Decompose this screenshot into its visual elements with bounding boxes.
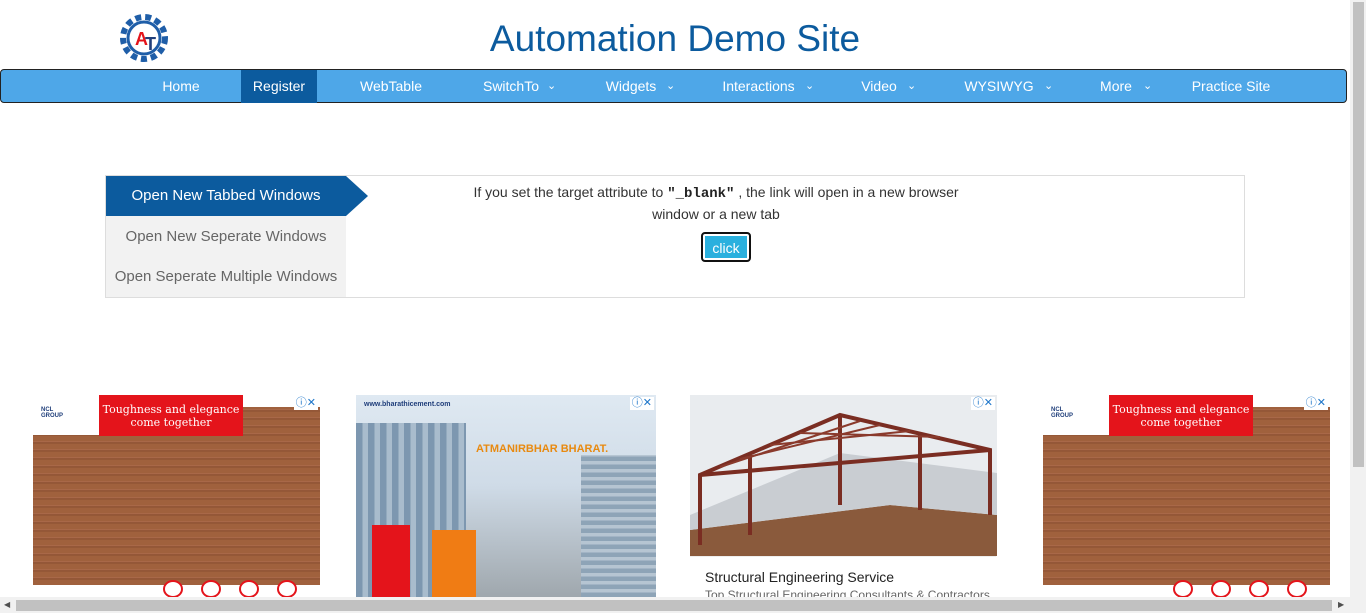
windows-panel: Open New Tabbed Windows Open New Seperat… — [105, 175, 1245, 298]
nav-wysiwyg[interactable]: WYSIWYG ⌄ — [946, 70, 1054, 103]
horizontal-scroll-thumb[interactable] — [16, 600, 1332, 611]
ad-banner-ncl[interactable]: NCL GROUP Toughness and elegance come tog… — [1043, 395, 1330, 597]
nav-label: SwitchTo — [482, 78, 540, 94]
nav-webtable[interactable]: WebTable — [351, 70, 431, 103]
horizontal-scrollbar[interactable]: ◀ ▶ — [0, 597, 1350, 613]
nav-label: Widgets — [605, 78, 657, 94]
nav-label: Interactions — [722, 78, 795, 94]
ad-title[interactable]: Structural Engineering Service — [705, 569, 894, 585]
warning-icon — [163, 580, 183, 597]
ad-banner-steel[interactable]: Structural Engineering Service Top Struc… — [690, 395, 997, 597]
ad-slogan: ATMANIRBHAR BHARAT. — [476, 443, 609, 455]
ad-choices-icon[interactable]: ⓘ✕ — [1303, 397, 1328, 410]
ad-banner-line: Toughness and elegance — [1112, 403, 1250, 416]
nav-widgets[interactable]: Widgets ⌄ — [586, 70, 676, 103]
tab-description: If you set the target attribute to "_bla… — [456, 182, 976, 224]
nav-switchto[interactable]: SwitchTo ⌄ — [461, 70, 561, 103]
ncl-group-logo: NCL GROUP — [41, 407, 64, 419]
warning-icon — [1249, 580, 1269, 597]
warning-icon — [277, 580, 297, 597]
scroll-left-arrow-icon[interactable]: ◀ — [4, 600, 10, 609]
ad-banner-text: Toughness and elegance come together — [99, 395, 243, 436]
warning-icon — [1211, 580, 1231, 597]
chevron-down-icon: ⌄ — [547, 80, 557, 92]
warning-icon — [201, 580, 221, 597]
cement-bag-image — [372, 525, 410, 597]
ad-banner-line: come together — [1140, 416, 1222, 429]
ad-choices-icon[interactable]: ⓘ✕ — [970, 397, 995, 410]
click-button[interactable]: click — [701, 232, 751, 262]
ad-url: www.bharathicement.com — [364, 401, 451, 408]
nav-label: Register — [252, 78, 306, 94]
warning-icon — [1287, 580, 1307, 597]
description-text: If you set the target attribute to — [473, 184, 668, 200]
ad-banner-ncl[interactable]: NCL GROUP Toughness and elegance come tog… — [33, 395, 320, 597]
tab-open-new-tabbed-windows[interactable]: Open New Tabbed Windows — [106, 176, 346, 216]
warning-icon — [239, 580, 259, 597]
vertical-scroll-thumb[interactable] — [1353, 2, 1364, 467]
tab-open-new-seperate-windows[interactable]: Open New Seperate Windows — [106, 217, 346, 257]
nav-interactions[interactable]: Interactions ⌄ — [701, 70, 816, 103]
ad-choices-icon[interactable]: ⓘ✕ — [629, 397, 654, 410]
tab-content: If you set the target attribute to "_bla… — [346, 176, 1244, 297]
ad-banner-line: come together — [130, 416, 212, 429]
ad-banner-line: Toughness and elegance — [102, 403, 240, 416]
nav-label: More — [1100, 78, 1132, 94]
steel-structure-image — [690, 395, 997, 556]
chevron-down-icon: ⌄ — [666, 80, 676, 92]
nav-label: Practice Site — [1191, 78, 1271, 94]
warning-icon — [1173, 580, 1193, 597]
nav-label: Video — [861, 78, 897, 94]
cement-bag-image — [432, 530, 476, 597]
chevron-down-icon: ⌄ — [805, 80, 815, 92]
ad-subtitle: Top Structural Engineering Consultants &… — [705, 588, 990, 597]
chevron-down-icon: ⌄ — [907, 80, 917, 92]
vertical-scrollbar[interactable] — [1350, 0, 1366, 613]
nav-more[interactable]: More ⌄ — [1081, 70, 1153, 103]
nav-label: Home — [162, 78, 200, 94]
chevron-down-icon: ⌄ — [1044, 80, 1054, 92]
nav-label: WYSIWYG — [964, 78, 1034, 94]
page-title: Automation Demo Site — [489, 18, 861, 59]
ncl-group-logo: NCL GROUP — [1051, 407, 1074, 419]
chevron-down-icon: ⌄ — [1143, 80, 1153, 92]
nav-label: WebTable — [359, 78, 422, 94]
ad-caption: Structural Engineering Service Top Struc… — [690, 556, 996, 597]
tab-open-seperate-multiple-windows[interactable]: Open Seperate Multiple Windows — [106, 257, 346, 297]
building-image — [581, 455, 656, 597]
nav-practice-site[interactable]: Practice Site — [1181, 70, 1281, 103]
description-keyword: "_blank" — [667, 186, 735, 202]
nav-home[interactable]: Home — [141, 70, 221, 103]
nav-register[interactable]: Register — [241, 70, 317, 103]
main-navbar: Home Register WebTable SwitchTo ⌄ Widget… — [0, 69, 1347, 103]
nav-video[interactable]: Video ⌄ — [841, 70, 917, 103]
ad-choices-icon[interactable]: ⓘ✕ — [293, 397, 318, 410]
scroll-right-arrow-icon[interactable]: ▶ — [1338, 600, 1344, 609]
tab-list: Open New Tabbed Windows Open New Seperat… — [106, 176, 346, 297]
ad-banner-bharathi[interactable]: www.bharathicement.com ATMANIRBHAR BHARA… — [356, 395, 656, 597]
ad-banner-text: Toughness and elegance come together — [1109, 395, 1253, 436]
